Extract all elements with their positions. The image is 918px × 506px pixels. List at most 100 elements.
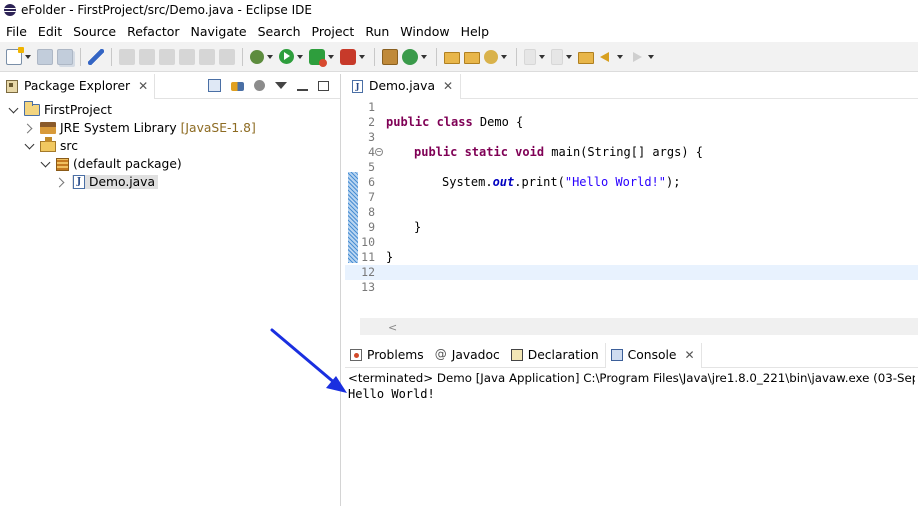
console-output: Hello World! [348, 387, 435, 401]
close-icon[interactable]: ✕ [138, 79, 148, 93]
tab-console[interactable]: Console ✕ [604, 342, 702, 368]
back-dropdown-icon[interactable] [617, 54, 623, 59]
menu-help[interactable]: Help [455, 24, 495, 39]
new-java-class-icon[interactable] [402, 48, 418, 65]
source-folder-icon [40, 136, 56, 152]
close-icon[interactable]: ✕ [443, 79, 453, 93]
minimize-icon[interactable] [297, 88, 308, 91]
open-type-icon[interactable] [444, 51, 460, 64]
console-view[interactable]: <terminated> Demo [Java Application] C:\… [345, 368, 918, 404]
line-number: 12 [361, 265, 375, 279]
collapse-arrow-icon[interactable] [24, 123, 34, 133]
word-wrap-icon[interactable] [199, 48, 215, 65]
back-icon[interactable] [598, 49, 614, 65]
java-file-icon: J [73, 175, 85, 189]
package-icon [56, 157, 69, 171]
code-field: out [492, 175, 515, 189]
debug-dropdown-icon[interactable] [267, 54, 273, 59]
new-dropdown-icon[interactable] [25, 54, 31, 59]
coverage-dropdown-icon[interactable] [328, 54, 334, 59]
tree-item-label: JRE System Library [60, 121, 177, 135]
scroll-left-icon[interactable]: < [388, 321, 397, 334]
window-title: eFolder - FirstProject/src/Demo.java - E… [21, 3, 312, 17]
bottom-tab-bar: Problems @ Javadoc Declaration Console ✕ [345, 342, 918, 368]
tree-item-demo-java[interactable]: J Demo.java [0, 173, 340, 191]
tab-javadoc[interactable]: @ Javadoc [430, 343, 506, 368]
external-tools-dropdown-icon[interactable] [359, 54, 365, 59]
toolbar-separator [436, 47, 437, 66]
menu-file[interactable]: File [0, 24, 32, 39]
maximize-icon[interactable] [318, 80, 329, 91]
tab-label: Javadoc [451, 348, 500, 362]
search-dropdown-icon[interactable] [501, 54, 507, 59]
package-explorer-tab-label: Package Explorer [24, 79, 131, 93]
coverage-icon[interactable] [309, 48, 327, 67]
focus-on-task-icon[interactable] [254, 80, 265, 91]
tab-declaration[interactable]: Declaration [506, 343, 605, 368]
toggle-mark-occurrences-icon[interactable] [119, 48, 135, 65]
declaration-icon [510, 349, 523, 361]
block-selection-icon[interactable] [179, 48, 195, 65]
debug-icon[interactable] [250, 49, 264, 64]
edit-icon[interactable] [139, 48, 155, 65]
expand-arrow-icon[interactable] [8, 105, 18, 115]
open-task-icon[interactable] [464, 51, 480, 64]
line-number: 13 [361, 280, 375, 294]
tree-item-jre-library[interactable]: JRE System Library [JavaSE-1.8] [0, 119, 340, 137]
tab-problems[interactable]: Problems [345, 343, 430, 368]
new-wizard-icon[interactable] [6, 46, 24, 65]
editor-tab-demo-java[interactable]: J Demo.java ✕ [345, 73, 462, 99]
run-icon[interactable] [279, 49, 294, 64]
save-all-icon[interactable] [57, 48, 73, 65]
tree-item-default-package[interactable]: (default package) [0, 155, 340, 173]
line-number: 9 [368, 220, 375, 234]
link-with-editor-icon[interactable] [231, 82, 244, 91]
next-annotation-dropdown-icon[interactable] [539, 54, 545, 59]
tree-item-firstproject[interactable]: FirstProject [0, 101, 340, 119]
line-number: 7 [368, 190, 375, 204]
next-annotation-icon[interactable] [524, 48, 536, 65]
code-editor[interactable]: 1 2 public class Demo { 3 4− public static… [345, 100, 918, 316]
run-dropdown-icon[interactable] [297, 54, 303, 59]
package-explorer-toolbar [203, 79, 334, 92]
code-keyword: public class [386, 115, 473, 129]
new-java-package-icon[interactable] [382, 48, 398, 65]
external-tools-icon[interactable] [340, 48, 356, 65]
menu-window[interactable]: Window [394, 24, 454, 39]
menu-project[interactable]: Project [306, 24, 360, 39]
horizontal-scrollbar[interactable]: < [360, 318, 918, 335]
collapse-all-icon[interactable] [208, 79, 221, 92]
last-edit-location-icon[interactable] [578, 51, 594, 64]
previous-annotation-icon[interactable] [551, 48, 563, 65]
menu-search[interactable]: Search [252, 24, 306, 39]
code-line: 2 public class Demo { [345, 115, 918, 130]
new-class-dropdown-icon[interactable] [421, 54, 427, 59]
menu-run[interactable]: Run [359, 24, 394, 39]
search-icon[interactable] [484, 49, 498, 64]
expand-arrow-icon[interactable] [40, 159, 50, 169]
tab-label: Console [627, 348, 677, 362]
close-icon[interactable]: ✕ [685, 348, 695, 362]
line-number: 4 [368, 145, 375, 159]
collapse-arrow-icon[interactable] [56, 177, 66, 187]
fold-toggle-icon[interactable]: − [375, 148, 383, 156]
menu-source[interactable]: Source [67, 24, 121, 39]
skip-breakpoints-icon[interactable] [88, 48, 104, 65]
forward-dropdown-icon[interactable] [648, 54, 654, 59]
menu-navigate[interactable]: Navigate [185, 24, 252, 39]
code-text: public static void main(String[] args) { [414, 145, 703, 160]
expand-arrow-icon[interactable] [24, 141, 34, 151]
tree-item-src[interactable]: src [0, 136, 340, 155]
tree-item-label: Demo.java [89, 175, 155, 189]
previous-annotation-dropdown-icon[interactable] [566, 54, 572, 59]
save-icon[interactable] [37, 48, 53, 65]
show-whitespace-icon[interactable] [219, 48, 235, 65]
code-text: } [386, 250, 394, 264]
menu-edit[interactable]: Edit [32, 24, 67, 39]
package-explorer-view: Package Explorer ✕ FirstProject JRE Syst… [0, 73, 341, 506]
forward-icon[interactable] [629, 49, 645, 65]
breadcrumb-toggle-icon[interactable] [159, 48, 175, 65]
package-explorer-tab[interactable]: Package Explorer ✕ [0, 73, 156, 99]
view-menu-icon[interactable] [275, 82, 287, 89]
menu-refactor[interactable]: Refactor [121, 24, 184, 39]
